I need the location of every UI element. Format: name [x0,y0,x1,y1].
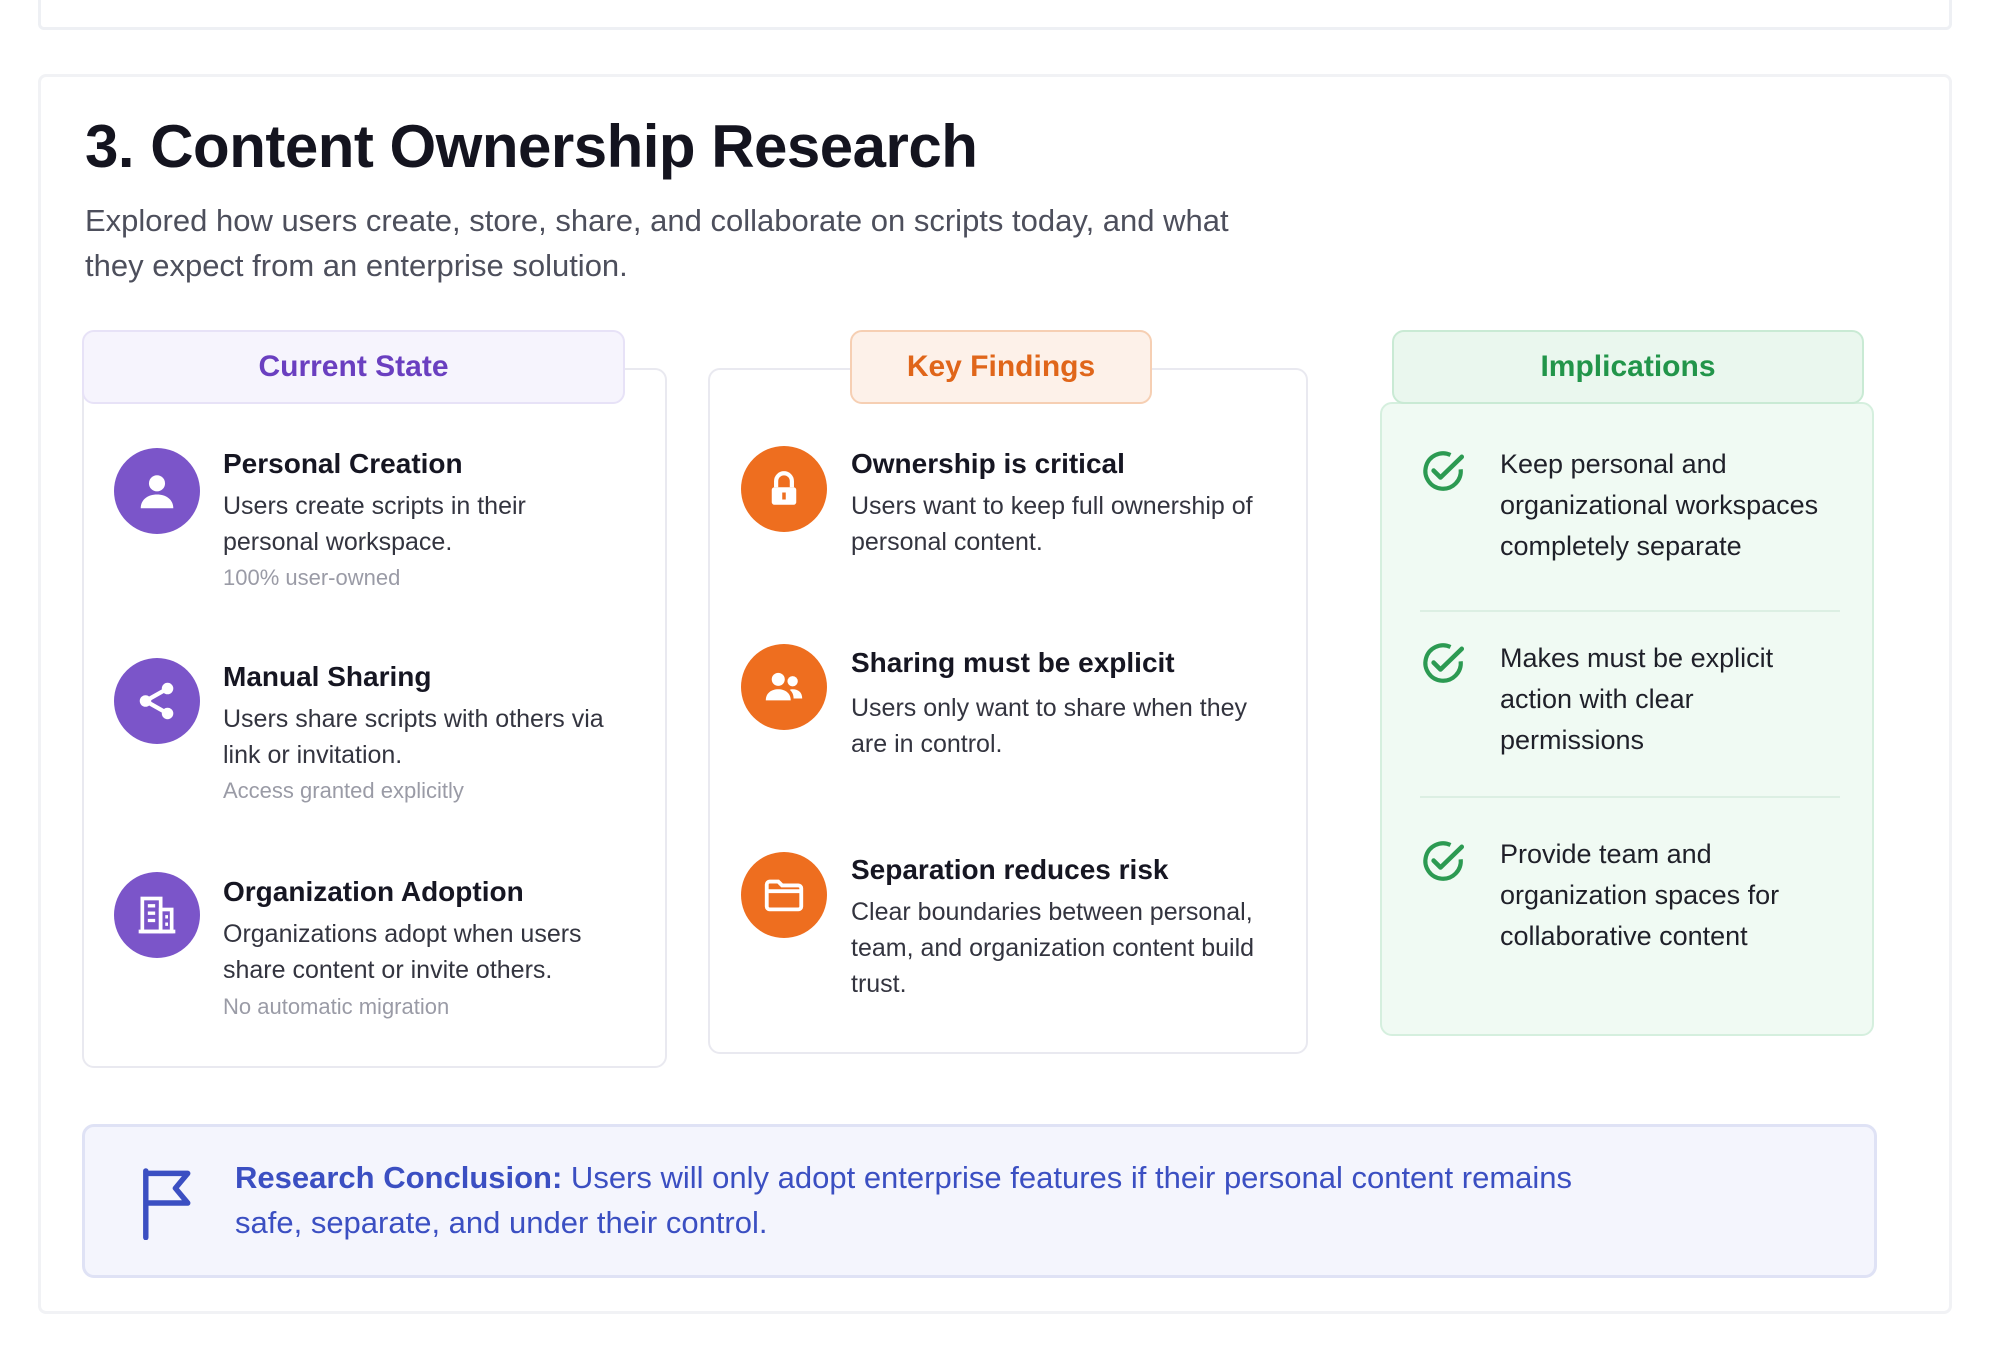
user-icon [114,448,200,534]
item-title: Ownership is critical [851,448,1125,479]
item-title: Organization Adoption [223,876,524,907]
item-description: Users create scripts in their personal w… [223,492,526,556]
implications-header: Implications [1392,330,1864,404]
research-conclusion-label: Research Conclusion: [235,1160,563,1195]
item-title: Personal Creation [223,448,463,479]
item-description: Users share scripts with others via link… [223,705,604,769]
item-note: No automatic migration [223,994,450,1019]
implication-text: Provide team and organization spaces for… [1500,839,1780,951]
item-title: Sharing must be explicit [851,647,1175,678]
section-title: 3. Content Ownership Research [85,113,978,180]
item-description: Users only want to share when they are i… [851,694,1248,758]
users-icon [741,644,827,730]
check-circle-icon [1423,643,1465,683]
implication-text: Makes must be explicit action with clear… [1500,643,1774,755]
item-title: Separation reduces risk [851,854,1169,885]
lock-icon [741,446,827,532]
item-note: 100% user-owned [223,565,401,590]
divider [1420,610,1840,612]
check-circle-icon [1423,841,1465,881]
research-conclusion-text: Research Conclusion: Users will only ado… [235,1155,1635,1245]
current-state-header: Current State [82,330,625,404]
item-note: Access granted explicitly [223,778,464,803]
folder-icon [741,852,827,938]
check-circle-icon [1423,451,1465,491]
building-icon [114,872,200,958]
key-findings-header: Key Findings [850,330,1152,404]
implication-text: Keep personal and organizational workspa… [1500,449,1819,561]
previous-section-card [38,0,1952,30]
share-icon [114,658,200,744]
section-subtitle: Explored how users create, store, share,… [85,203,1229,283]
item-description: Clear boundaries between personal, team,… [851,898,1255,998]
flag-icon [143,1168,191,1240]
item-title: Manual Sharing [223,661,432,692]
item-description: Organizations adopt when users share con… [223,920,582,984]
item-description: Users want to keep full ownership of per… [851,492,1253,556]
divider [1420,796,1840,798]
